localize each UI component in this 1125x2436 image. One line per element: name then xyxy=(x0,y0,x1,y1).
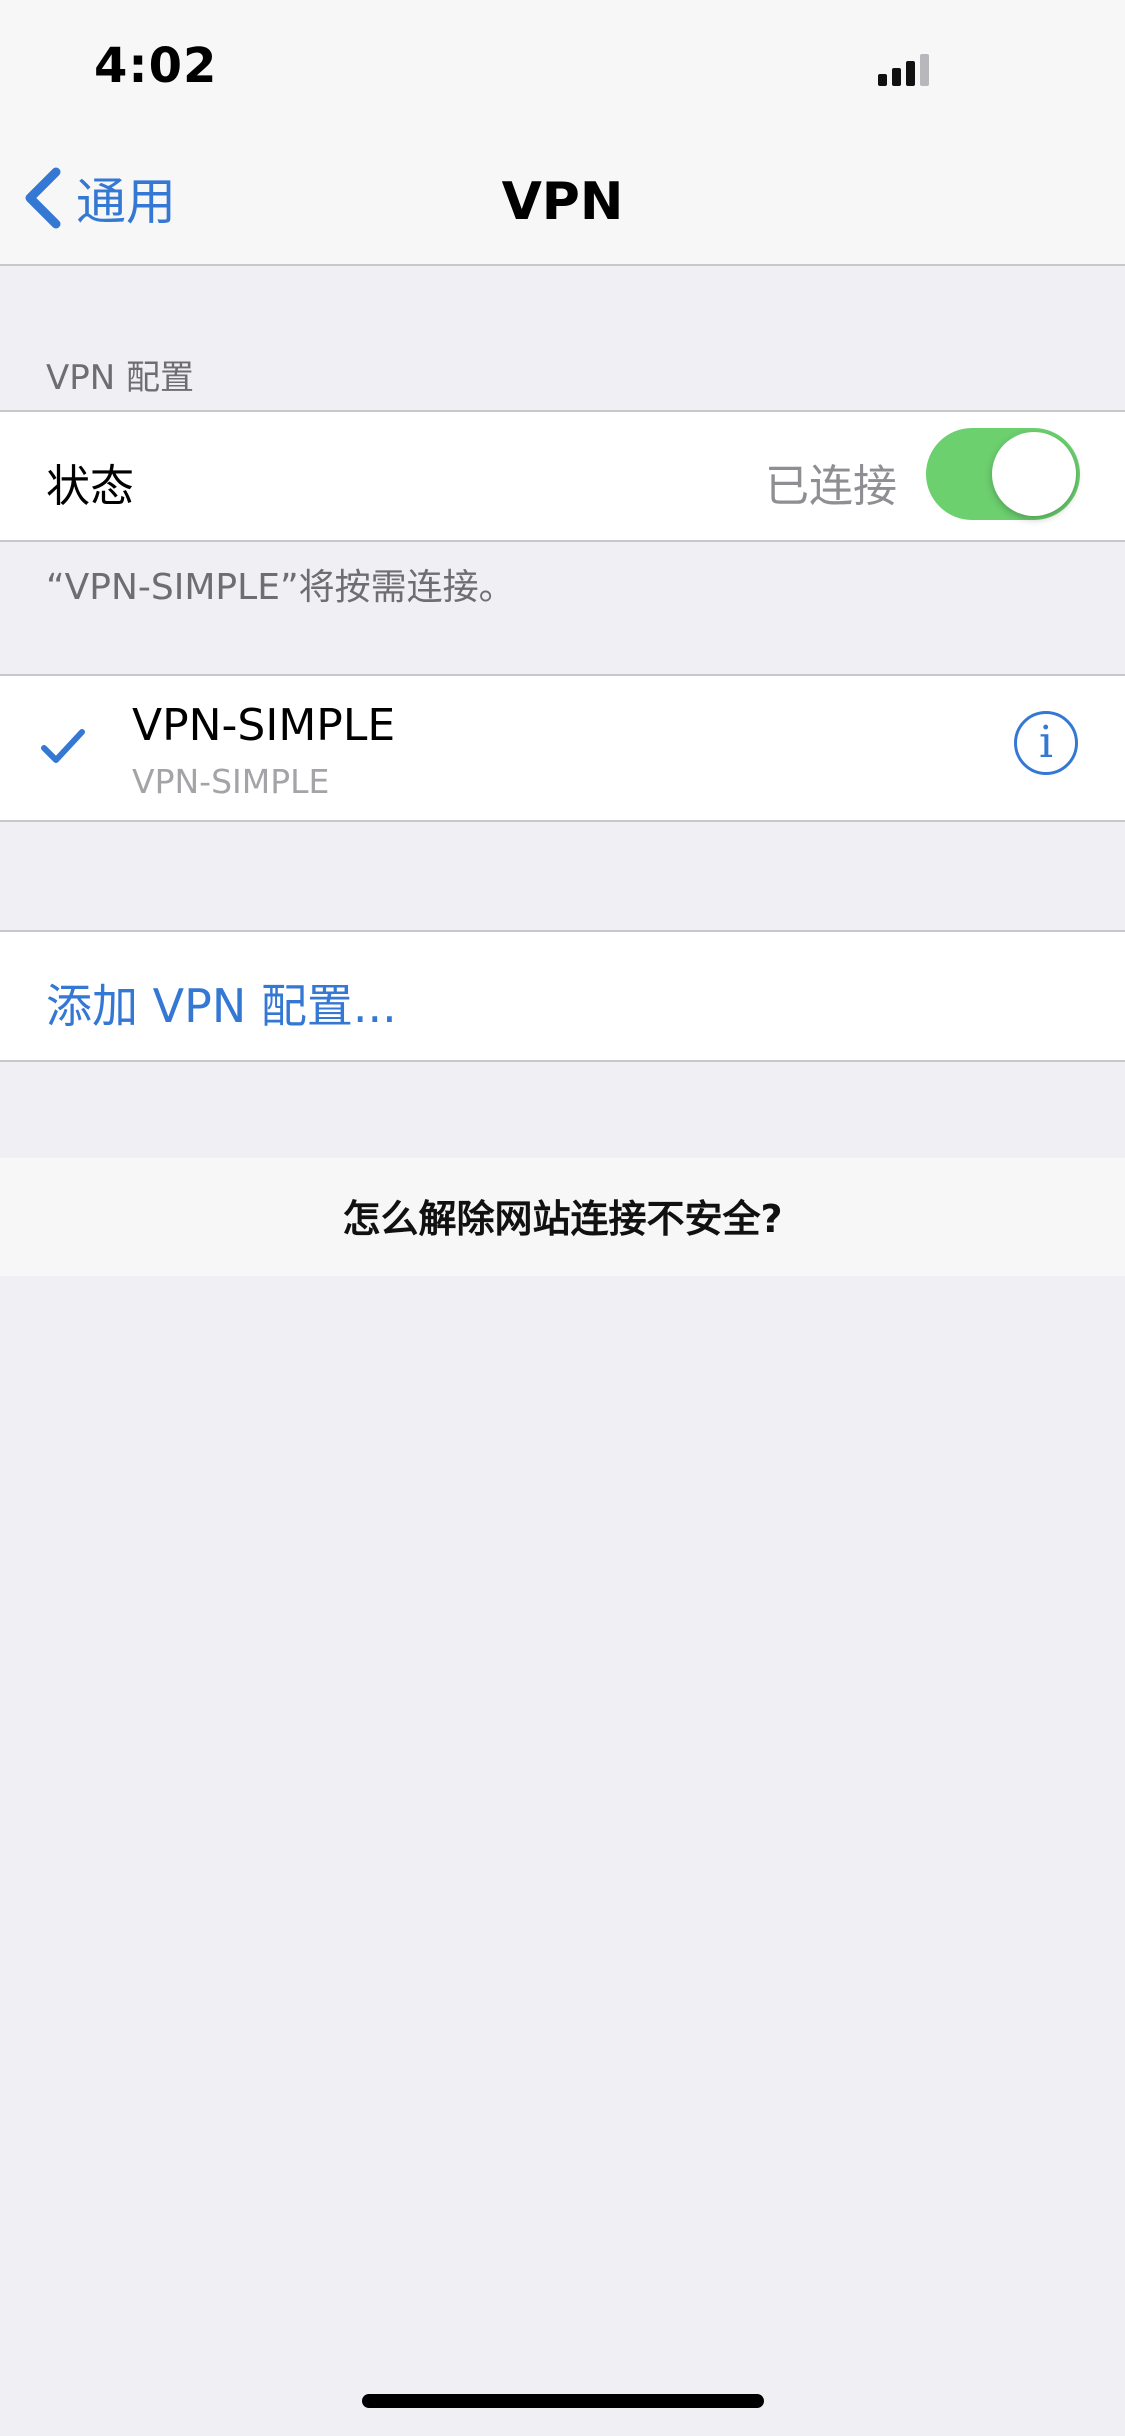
toggle-knob xyxy=(992,432,1076,516)
add-vpn-config-label: 添加 VPN 配置... xyxy=(46,979,397,1033)
vpn-profile-name: VPN-SIMPLE xyxy=(132,700,396,751)
info-icon[interactable]: i xyxy=(1014,711,1078,775)
navigation-bar: 通用 VPN xyxy=(0,132,1125,266)
on-demand-footer-text: “VPN-SIMPLE”将按需连接。 xyxy=(46,567,515,608)
connection-status-value: 已连接 xyxy=(765,461,897,512)
article-banner: 怎么解除网站连接不安全? xyxy=(0,1158,1125,1276)
status-time: 4:02 xyxy=(94,38,218,94)
status-row: 状态 已连接 xyxy=(0,410,1125,542)
home-indicator xyxy=(362,2394,764,2408)
add-vpn-config-button[interactable]: 添加 VPN 配置... xyxy=(0,930,1125,1062)
checkmark-icon xyxy=(41,729,85,763)
banner-text: 怎么解除网站连接不安全? xyxy=(342,1197,783,1241)
vpn-profile-subtitle: VPN-SIMPLE xyxy=(132,762,330,801)
cellular-signal-icon xyxy=(878,52,938,86)
status-bar: 4:02 xyxy=(0,0,1125,132)
vpn-profile-row[interactable]: VPN-SIMPLE VPN-SIMPLE i xyxy=(0,674,1125,822)
status-label: 状态 xyxy=(46,461,134,512)
vpn-status-toggle[interactable] xyxy=(926,428,1080,520)
section-header-vpn-config: VPN 配置 xyxy=(46,358,195,398)
page-title: VPN xyxy=(501,172,624,232)
